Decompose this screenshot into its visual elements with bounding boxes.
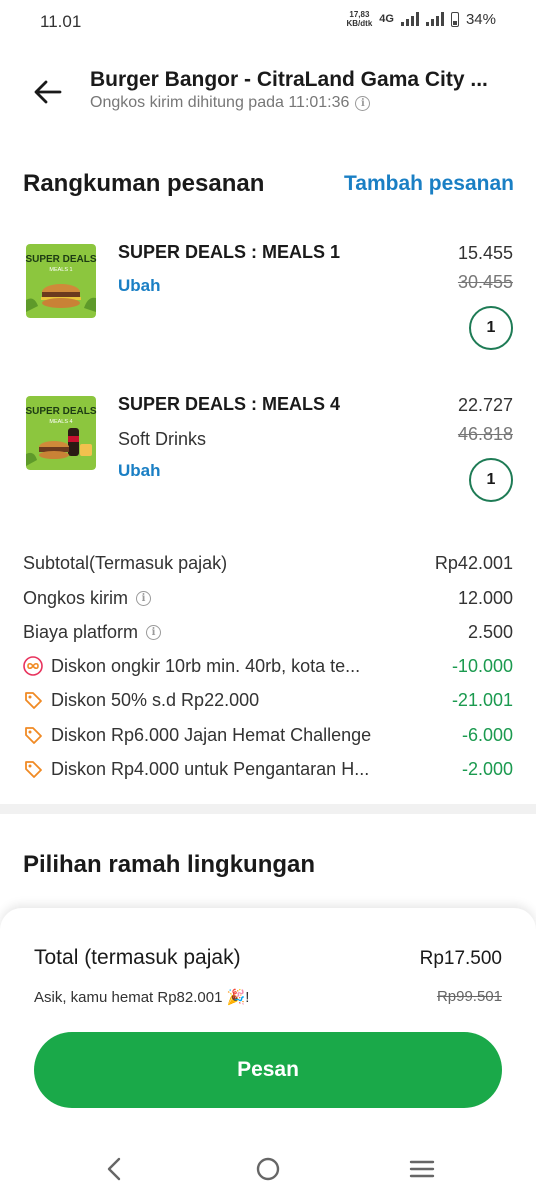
checkout-sheet: Total (termasuk pajak) Rp17.500 Asik, ka… bbox=[0, 908, 536, 1200]
subtotal-value: Rp42.001 bbox=[434, 552, 513, 573]
discount-value: -2.000 bbox=[461, 758, 513, 779]
info-icon[interactable]: i bbox=[136, 590, 152, 606]
tag-icon bbox=[25, 727, 42, 744]
network-type: 4G bbox=[379, 13, 394, 25]
discount-label: Diskon Rp6.000 Jajan Hemat Challenge bbox=[51, 724, 372, 745]
discount-row: Diskon Rp4.000 untuk Pengantaran H... -2… bbox=[23, 754, 513, 784]
subtotal-label: Subtotal(Termasuk pajak) bbox=[23, 552, 228, 573]
discount-value: -21.001 bbox=[451, 689, 513, 710]
item-name: SUPER DEALS : MEALS 4 bbox=[118, 394, 341, 414]
item-price: 15.455 bbox=[457, 243, 513, 263]
signal-icon-2 bbox=[425, 12, 444, 26]
discount-label: Diskon 50% s.d Rp22.000 bbox=[51, 689, 260, 710]
delivery-fee-value: 12.000 bbox=[457, 587, 513, 608]
item-original-price: 30.455 bbox=[457, 272, 513, 292]
tag-icon bbox=[25, 761, 42, 778]
total-value: Rp17.500 bbox=[419, 948, 502, 969]
discount-row: Diskon Rp6.000 Jajan Hemat Challenge -6.… bbox=[23, 720, 513, 750]
discount-label: Diskon ongkir 10rb min. 40rb, kota te... bbox=[51, 655, 361, 676]
item-name: SUPER DEALS : MEALS 1 bbox=[118, 242, 341, 262]
subtotal-row: Subtotal(Termasuk pajak) Rp42.001 bbox=[23, 548, 513, 578]
order-item: SUPER DEALS MEALS 1 SUPER DEALS : MEALS … bbox=[0, 236, 536, 356]
quantity-button[interactable]: 1 bbox=[469, 306, 513, 350]
nav-home-icon[interactable] bbox=[251, 1152, 285, 1186]
network-speed-value: 17,83 bbox=[349, 10, 370, 19]
discount-label-group: Diskon Rp6.000 Jajan Hemat Challenge bbox=[23, 725, 371, 746]
delivery-fee-label: Ongkos kirim bbox=[23, 587, 129, 608]
info-icon[interactable]: i bbox=[146, 624, 162, 640]
add-order-link[interactable]: Tambah pesanan bbox=[344, 172, 514, 196]
thumb-subtitle: MEALS 1 bbox=[49, 267, 72, 273]
product-image: SUPER DEALS MEALS 4 bbox=[24, 392, 98, 470]
discount-label-group: Diskon ongkir 10rb min. 40rb, kota te... bbox=[23, 656, 360, 677]
back-arrow-icon[interactable] bbox=[30, 74, 66, 110]
tag-icon bbox=[25, 692, 42, 709]
status-bar: 11.01 17,83 KB/dtk 4G 34% bbox=[0, 0, 536, 44]
product-image: SUPER DEALS MEALS 1 bbox=[24, 240, 98, 318]
delivery-fee-note-text: Ongkos kirim dihitung pada 11:01:36 bbox=[90, 94, 350, 111]
discount-label-group: Diskon Rp4.000 untuk Pengantaran H... bbox=[23, 759, 369, 780]
order-item: SUPER DEALS MEALS 4 SUPER DEALS : MEALS … bbox=[0, 388, 536, 508]
item-option: Soft Drinks bbox=[118, 429, 207, 449]
battery-icon bbox=[450, 11, 459, 27]
discount-value: -6.000 bbox=[461, 724, 513, 745]
order-button[interactable]: Pesan bbox=[34, 1032, 502, 1108]
item-original-price: 46.818 bbox=[457, 424, 513, 444]
battery-level: 34% bbox=[465, 10, 496, 28]
network-speed-unit: KB/dtk bbox=[346, 19, 373, 28]
store-name: Burger Bangor - CitraLand Gama City ... bbox=[90, 68, 488, 91]
header: Burger Bangor - CitraLand Gama City ... … bbox=[0, 60, 536, 124]
thumb-title: SUPER DEALS bbox=[25, 406, 96, 417]
platform-fee-value: 2.500 bbox=[467, 621, 513, 642]
discount-row: Diskon 50% s.d Rp22.000 -21.001 bbox=[23, 685, 513, 715]
info-icon[interactable]: i bbox=[355, 95, 371, 111]
discount-row: Diskon ongkir 10rb min. 40rb, kota te...… bbox=[23, 651, 513, 681]
status-time: 11.01 bbox=[40, 12, 82, 31]
item-price: 22.727 bbox=[457, 395, 513, 415]
total-label: Total (termasuk pajak) bbox=[34, 946, 241, 969]
nav-back-icon[interactable] bbox=[98, 1152, 132, 1186]
system-nav-bar bbox=[0, 1138, 536, 1200]
delivery-fee-note: Ongkos kirim dihitung pada 11:01:36 i bbox=[90, 94, 371, 112]
status-indicators: 17,83 KB/dtk 4G 34% bbox=[347, 10, 497, 28]
signal-icon bbox=[400, 12, 419, 26]
platform-fee-row: Biaya platform i 2.500 bbox=[23, 617, 513, 647]
discount-value: -10.000 bbox=[451, 655, 513, 676]
order-summary-title: Rangkuman pesanan bbox=[23, 170, 265, 197]
infinity-promo-icon bbox=[23, 656, 43, 676]
edit-item-link[interactable]: Ubah bbox=[118, 276, 161, 296]
section-divider bbox=[0, 804, 536, 814]
original-total: Rp99.501 bbox=[436, 988, 502, 1005]
delivery-fee-label-group: Ongkos kirim i bbox=[23, 587, 152, 609]
platform-fee-label-group: Biaya platform i bbox=[23, 621, 162, 643]
eco-options-title: Pilihan ramah lingkungan bbox=[23, 851, 316, 878]
discount-label: Diskon Rp4.000 untuk Pengantaran H... bbox=[51, 758, 370, 779]
thumb-title: SUPER DEALS bbox=[25, 254, 96, 265]
platform-fee-label: Biaya platform bbox=[23, 621, 139, 642]
quantity-button[interactable]: 1 bbox=[469, 458, 513, 502]
discount-label-group: Diskon 50% s.d Rp22.000 bbox=[23, 690, 259, 711]
delivery-fee-row: Ongkos kirim i 12.000 bbox=[23, 583, 513, 613]
savings-text: Asik, kamu hemat Rp82.001 🎉! bbox=[34, 989, 250, 1006]
network-speed: 17,83 KB/dtk bbox=[347, 10, 373, 28]
thumb-subtitle: MEALS 4 bbox=[49, 419, 72, 425]
edit-item-link[interactable]: Ubah bbox=[118, 461, 161, 481]
nav-menu-icon[interactable] bbox=[405, 1152, 439, 1186]
